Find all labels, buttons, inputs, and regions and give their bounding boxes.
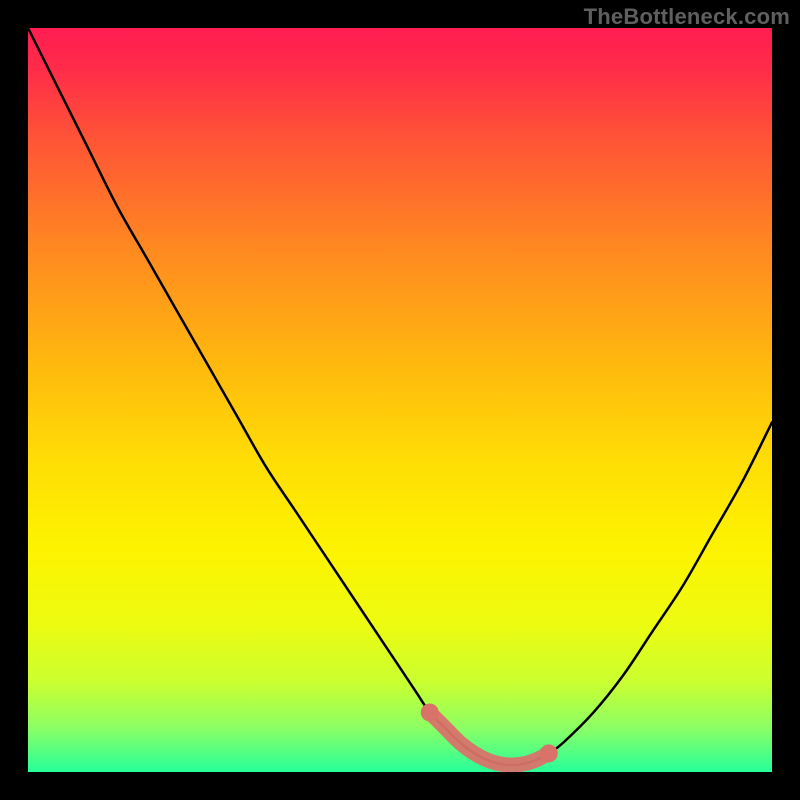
highlight-start-dot <box>421 703 439 721</box>
highlight-end-dot <box>540 744 558 762</box>
bottleneck-chart <box>28 28 772 772</box>
chart-frame: TheBottleneck.com <box>0 0 800 800</box>
chart-svg <box>28 28 772 772</box>
watermark-text: TheBottleneck.com <box>584 4 790 30</box>
gradient-background <box>28 28 772 772</box>
